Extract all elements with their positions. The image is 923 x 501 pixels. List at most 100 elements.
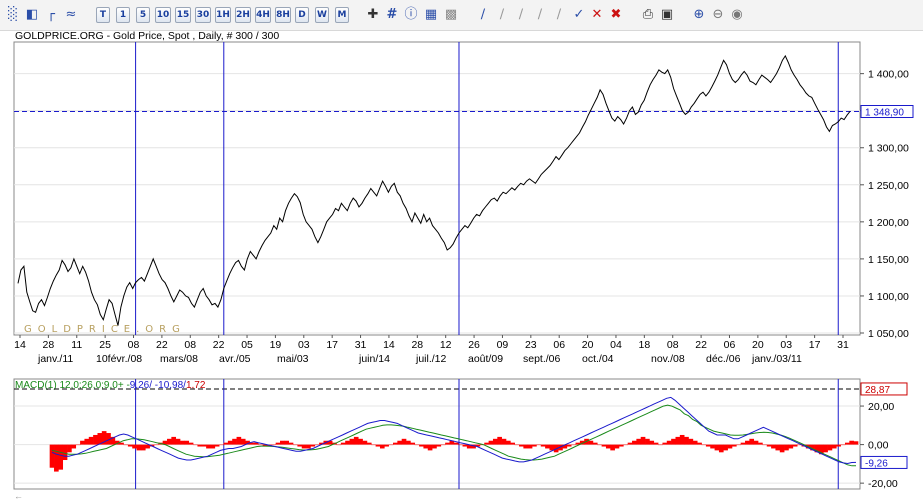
histogram-bar (658, 444, 663, 446)
x-day-label: 22 (156, 339, 168, 351)
histogram-bar (844, 442, 850, 445)
x-day-label: 18 (639, 339, 651, 351)
histogram-bar (206, 444, 211, 449)
histogram-bar (636, 438, 642, 445)
histogram-bar (640, 436, 646, 445)
histogram-bar (627, 442, 633, 445)
histogram-bar (653, 442, 659, 445)
macd-flag-label: 28,87 (865, 385, 890, 396)
histogram-bar (423, 444, 429, 449)
histogram-bar (366, 442, 372, 445)
histogram-bar (605, 444, 611, 449)
histogram-bar (731, 444, 737, 447)
histogram-bar (410, 442, 416, 445)
histogram-bar (414, 444, 420, 446)
price-y-tick-label: 1 200,00 (868, 217, 909, 229)
histogram-bar (566, 444, 572, 447)
x-month-label: mai/03 (277, 353, 309, 365)
x-day-label: 31 (355, 339, 367, 351)
histogram-bar (549, 444, 555, 451)
histogram-bar (484, 442, 489, 445)
histogram-bar (679, 434, 685, 445)
histogram-bar (771, 444, 776, 449)
macd-flag-label: -9,26 (865, 458, 888, 469)
histogram-bar (527, 444, 533, 449)
histogram-bar (175, 438, 181, 445)
histogram-bar (314, 444, 320, 446)
x-day-label: 17 (326, 339, 338, 351)
histogram-bar (345, 440, 350, 445)
histogram-bar (592, 442, 598, 445)
scroll-indicator: ← (14, 491, 23, 501)
histogram-bar (136, 444, 142, 451)
histogram-bar (831, 444, 837, 449)
histogram-bar (753, 440, 759, 445)
histogram-bar (453, 442, 459, 445)
histogram-bar (758, 442, 763, 445)
macd-y-axis: 20,00 0,00 -20,00 (860, 401, 898, 490)
histogram-bar (827, 444, 833, 451)
x-day-label: 20 (582, 339, 594, 351)
histogram-bar (58, 444, 64, 470)
price-y-tick-label: 1 400,00 (868, 69, 909, 81)
histogram-bar (488, 440, 494, 445)
histogram-bar (436, 444, 442, 447)
histogram-bar (688, 438, 694, 445)
x-day-label: 06 (724, 339, 736, 351)
x-month-label: juin/14 (358, 353, 390, 365)
x-day-label: 05 (241, 339, 253, 351)
histogram-bar (75, 444, 81, 446)
histogram-bar (540, 444, 546, 447)
histogram-bar (275, 442, 281, 445)
price-y-tick-label: 1 050,00 (868, 328, 909, 340)
histogram-bar (54, 444, 59, 472)
histogram-bar (210, 444, 216, 449)
histogram-bar (393, 442, 398, 445)
histogram-bar (388, 444, 394, 446)
histogram-bar (697, 442, 702, 445)
histogram-bar (401, 438, 407, 445)
histogram-bar (419, 444, 424, 447)
histogram-bar (597, 444, 602, 446)
histogram-bar (184, 440, 190, 445)
histogram-bar (219, 444, 224, 446)
histogram-bar (188, 442, 194, 445)
histogram-bar (445, 442, 450, 445)
histogram-bar (71, 444, 77, 449)
last-price-label: 1 348,90 (865, 108, 904, 119)
histogram-bar (132, 444, 137, 449)
x-month-label: janv./03/11 (751, 353, 802, 365)
x-month-label: déc./06 (706, 353, 741, 365)
histogram-bar (618, 444, 624, 447)
last-price-flag: 1 348,90 (860, 105, 914, 119)
histogram-bar (701, 444, 707, 446)
histogram-bar (523, 444, 529, 449)
x-day-label: 28 (43, 339, 55, 351)
histogram-bar (140, 444, 146, 451)
x-day-label: 22 (213, 339, 225, 351)
histogram-bar (836, 444, 841, 447)
x-day-label: 04 (610, 339, 622, 351)
histogram-bar (297, 444, 303, 447)
histogram-bar (614, 444, 620, 449)
histogram-bar (201, 444, 207, 447)
histogram-bar (514, 444, 520, 446)
histogram-bar (127, 444, 133, 447)
histogram-bar (632, 440, 637, 445)
x-day-label: 14 (14, 339, 26, 351)
histogram-bar (723, 444, 728, 451)
x-day-label: 11 (71, 339, 82, 351)
price-x-axis: 14 28 11 25 08 22 08 22 05 19 03 17 31 14 28 12 26 09 23 06… (14, 335, 849, 365)
histogram-bar (406, 440, 411, 445)
macd-flags: 28,87 -9,26 (860, 382, 908, 469)
histogram-bar (571, 444, 576, 446)
histogram-bar (684, 436, 689, 445)
histogram-bar (671, 438, 676, 445)
histogram-bar (666, 440, 672, 445)
histogram-bar (497, 436, 502, 445)
histogram-bar (745, 440, 750, 445)
price-y-tick-label: 1 150,00 (868, 254, 909, 266)
x-month-label: sept./06 (523, 353, 561, 365)
price-panel (13, 41, 861, 336)
histogram-bar (510, 442, 515, 445)
